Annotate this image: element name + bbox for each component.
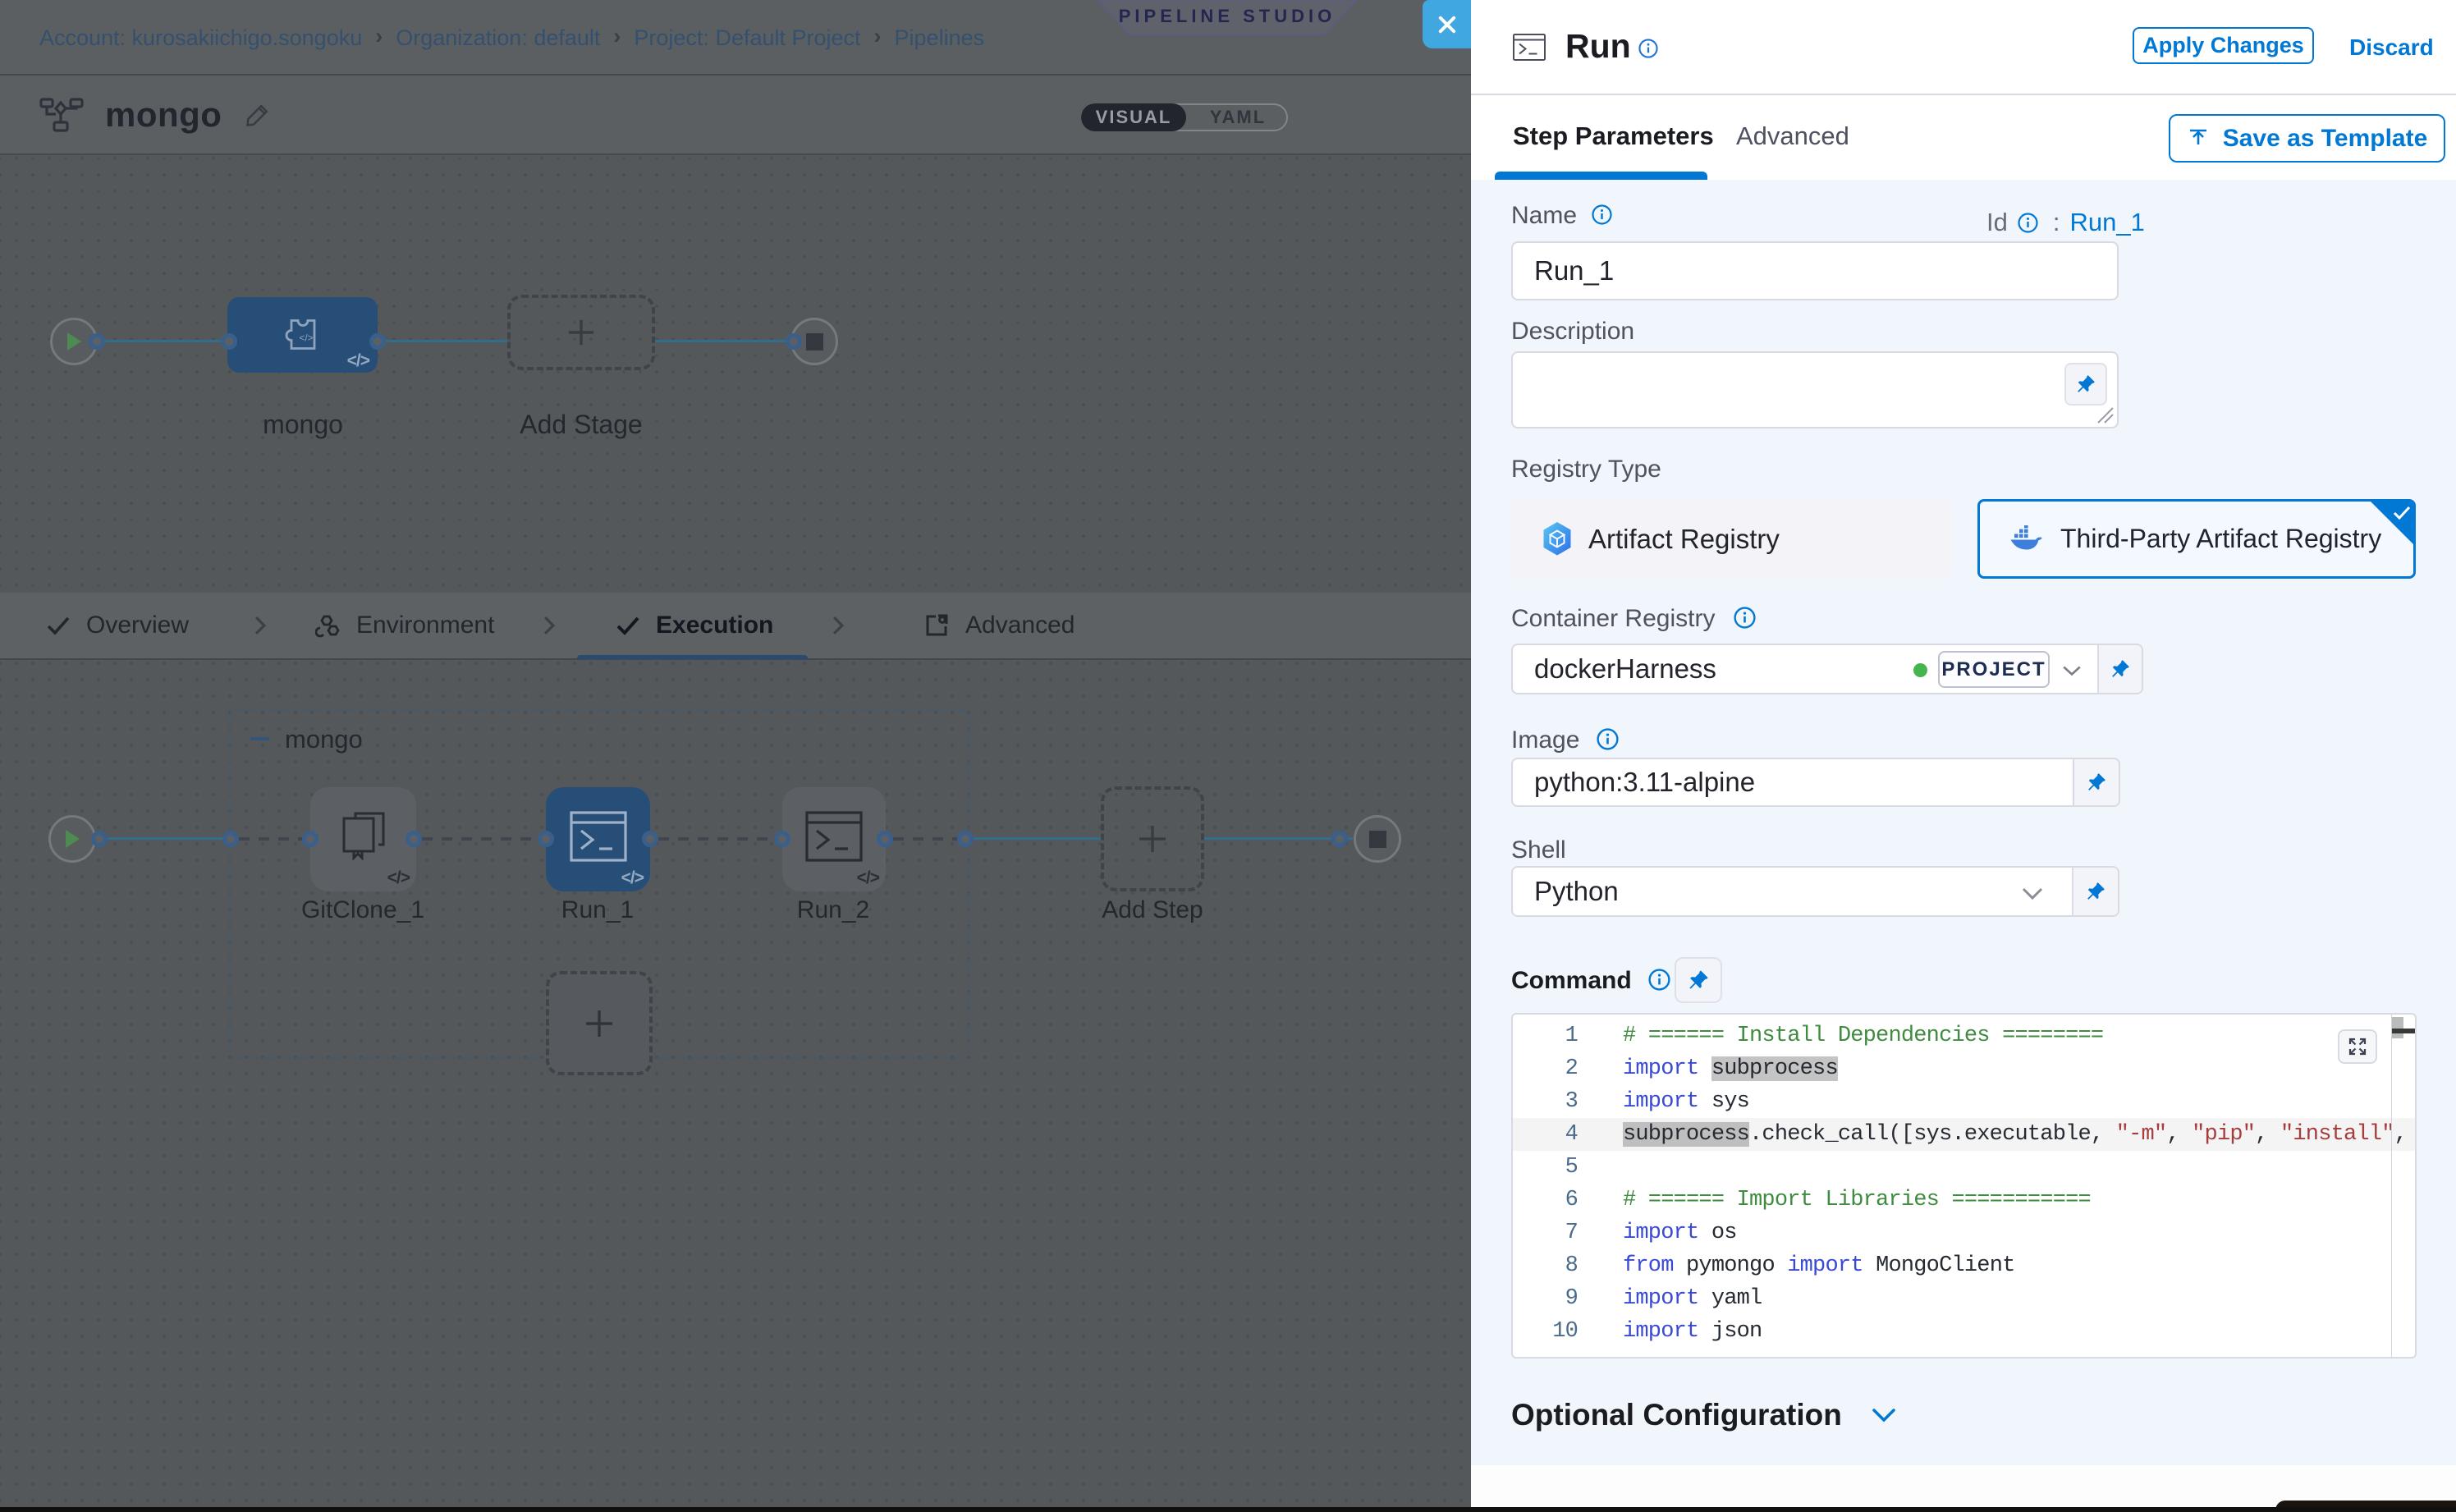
svg-text:</>: </> (299, 332, 313, 343)
